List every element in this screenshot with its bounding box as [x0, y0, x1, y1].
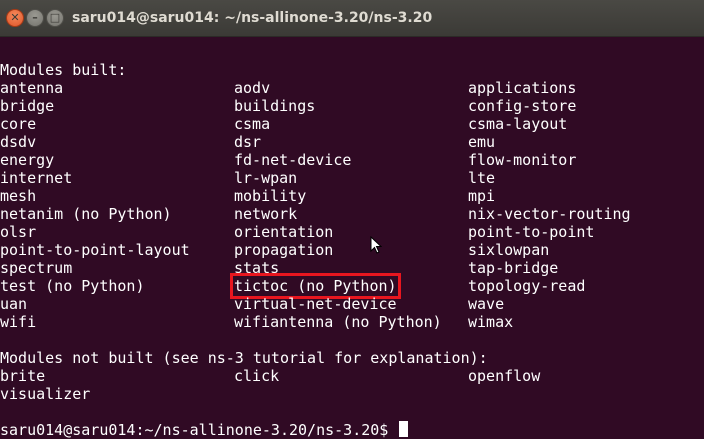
module-name: bridge: [0, 97, 55, 115]
module-name: lr-wpan: [234, 169, 298, 187]
module-name: buildings: [234, 97, 316, 115]
module-name: applications: [468, 79, 577, 97]
module-name: stats: [234, 259, 280, 277]
module-name: tap-bridge: [468, 259, 559, 277]
close-window-button[interactable]: ✕: [6, 9, 24, 27]
module-name: csma-layout: [468, 115, 568, 133]
module-name: orientation: [234, 223, 334, 241]
minimize-window-button[interactable]: –: [26, 9, 44, 27]
module-name: antenna: [0, 79, 64, 97]
module-name: fd-net-device: [234, 151, 352, 169]
shell-prompt[interactable]: saru014@saru014:~/ns-allinone-3.20/ns-3.…: [0, 421, 409, 439]
module-name: point-to-point-layout: [0, 241, 190, 259]
module-name: dsr: [234, 133, 262, 151]
module-name: network: [234, 205, 298, 223]
module-name: virtual-net-device: [234, 295, 397, 313]
module-name: wave: [468, 295, 505, 313]
module-name: brite: [0, 367, 46, 385]
module-name: test (no Python): [0, 277, 145, 295]
module-name: core: [0, 115, 37, 133]
module-name: olsr: [0, 223, 37, 241]
module-name: topology-read: [468, 277, 586, 295]
module-name: wifi: [0, 313, 37, 331]
module-name: uan: [0, 295, 28, 313]
prompt-text: saru014@saru014:~/ns-allinone-3.20/ns-3.…: [0, 421, 398, 439]
highlighted-module-name: tictoc (no Python): [230, 273, 401, 299]
maximize-window-button[interactable]: □: [46, 9, 64, 27]
module-name: energy: [0, 151, 55, 169]
module-name: nix-vector-routing: [468, 205, 631, 223]
module-name: openflow: [468, 367, 541, 385]
module-name: mobility: [234, 187, 307, 205]
text-cursor: [399, 421, 409, 437]
minimize-icon: –: [32, 11, 38, 24]
module-name: csma: [234, 115, 271, 133]
module-name: sixlowpan: [468, 241, 550, 259]
module-name: aodv: [234, 79, 271, 97]
close-icon: ✕: [10, 11, 20, 24]
terminal-output[interactable]: Modules built: antenna aodv applications br…: [0, 36, 704, 439]
module-name: mpi: [468, 187, 496, 205]
module-name: lte: [468, 169, 496, 187]
module-name: wimax: [468, 313, 514, 331]
module-name: wifiantenna (no Python): [234, 313, 442, 331]
maximize-icon: □: [49, 11, 61, 24]
module-name: internet: [0, 169, 73, 187]
module-name: netanim (no Python): [0, 205, 172, 223]
module-name: click: [234, 367, 280, 385]
module-name: dsdv: [0, 133, 37, 151]
module-name: emu: [468, 133, 496, 151]
module-name: propagation: [234, 241, 334, 259]
module-name: visualizer: [0, 385, 91, 403]
module-name: mesh: [0, 187, 37, 205]
module-name: config-store: [468, 97, 577, 115]
module-name: spectrum: [0, 259, 73, 277]
window-title: saru014@saru014: ~/ns-allinone-3.20/ns-3…: [72, 10, 433, 26]
module-name: point-to-point: [468, 223, 595, 241]
not-built-modules-header: Modules not built (see ns-3 tutorial for…: [0, 349, 488, 367]
mouse-pointer-icon: [370, 236, 382, 254]
module-name: flow-monitor: [468, 151, 577, 169]
built-modules-header: Modules built:: [0, 61, 127, 79]
window-titlebar[interactable]: ✕ – □ saru014@saru014: ~/ns-allinone-3.2…: [0, 0, 704, 37]
